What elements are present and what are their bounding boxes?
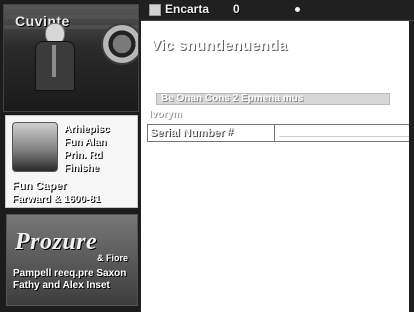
- person-tie: [52, 45, 56, 77]
- search-text: Be Onan Cons 2 Epmena mus: [161, 93, 304, 104]
- profile-name: Fun Caper: [12, 180, 67, 192]
- application-window: Cuvinte Arhiepisc Fun Alan Prin. Rd Fini…: [0, 0, 414, 312]
- hero-stripe: [4, 5, 138, 9]
- page-title: Vic snundenuenda: [151, 37, 288, 54]
- status-dot-icon: [295, 7, 300, 12]
- main-content: Vic snundenuenda Be Onan Cons 2 Epmena m…: [141, 21, 414, 312]
- banner-caption: Pampell reeq.pre Saxon Fathy and Alex In…: [13, 268, 127, 291]
- search-bar[interactable]: Be Onan Cons 2 Epmena mus: [156, 93, 390, 105]
- promo-banner: Prozure & Fiore Pampell reeq.pre Saxon F…: [6, 214, 138, 306]
- banner-title: Prozure: [15, 229, 98, 255]
- toolbar-icon[interactable]: [149, 4, 161, 16]
- banner-subtitle: & Fiore: [97, 253, 129, 263]
- profile-card: Arhiepisc Fun Alan Prin. Rd Finishe Fun …: [5, 115, 138, 208]
- serial-number-label-box: Serial Number #: [147, 124, 275, 142]
- seal-icon: [101, 23, 138, 65]
- field-marker: #: [227, 126, 234, 138]
- small-label: Ivorym: [149, 109, 182, 120]
- serial-number-label: Serial Number: [150, 127, 225, 139]
- profile-lines: Arhiepisc Fun Alan Prin. Rd Finishe: [64, 124, 110, 174]
- serial-number-input[interactable]: ________________________: [274, 124, 414, 142]
- top-toolbar: Encarta 0: [141, 0, 414, 21]
- person-illustration: [27, 19, 83, 99]
- toolbar-number: 0: [233, 2, 240, 16]
- toolbar-label: Encarta: [165, 2, 210, 16]
- left-sidebar: Cuvinte Arhiepisc Fun Alan Prin. Rd Fini…: [0, 0, 141, 312]
- hero-panel: Cuvinte: [3, 4, 139, 112]
- profile-photo: [12, 122, 58, 172]
- serial-number-value: ________________________: [279, 126, 414, 138]
- right-edge-strip: [409, 21, 414, 312]
- profile-date: Farward & 1600-81: [12, 194, 101, 205]
